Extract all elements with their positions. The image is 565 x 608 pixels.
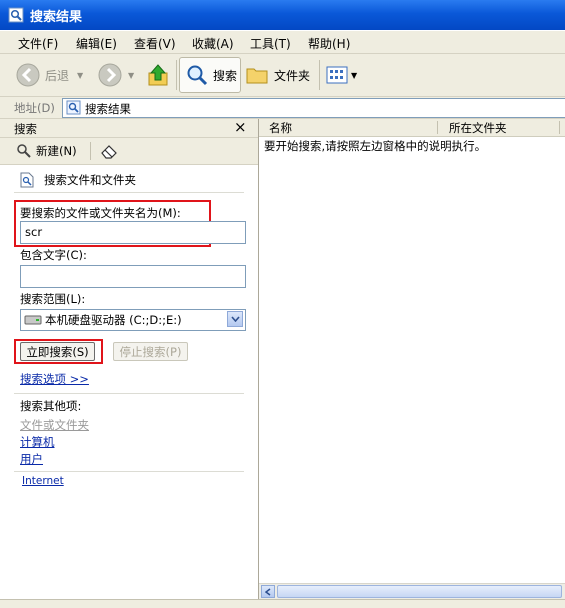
forward-button[interactable]: ▼ xyxy=(98,57,140,93)
search-results-icon xyxy=(66,100,81,115)
containing-text-label: 包含文字(C): xyxy=(20,248,87,262)
menu-view[interactable]: 查看(V) xyxy=(134,35,176,52)
views-dropdown-icon[interactable]: ▼ xyxy=(351,71,357,80)
search-button[interactable]: 搜索 xyxy=(179,57,241,93)
toolbar: 后退 ▼ ▼ 搜索 文件夹 ▼ xyxy=(0,54,565,97)
internet-link[interactable]: Internet xyxy=(22,475,64,487)
hard-drive-icon xyxy=(24,315,42,325)
magnifier-icon xyxy=(187,65,208,86)
containing-text-input[interactable] xyxy=(20,265,246,288)
search-scope-value: 本机硬盘驱动器 (C:;D:;E:) xyxy=(45,313,182,327)
search-scope-label: 搜索范围(L): xyxy=(20,292,86,306)
search-pane-title: 搜索 xyxy=(14,122,37,136)
views-grid-icon xyxy=(326,66,348,84)
address-bar: 地址(D) 搜索结果 xyxy=(0,97,565,119)
menu-file[interactable]: 文件(F) xyxy=(18,35,58,52)
chevron-left-icon xyxy=(265,587,271,596)
title-bar[interactable]: 搜索结果 xyxy=(0,0,565,30)
new-search-button[interactable]: 新建(N) xyxy=(16,141,82,161)
scroll-thumb[interactable] xyxy=(277,585,562,598)
horizontal-scrollbar[interactable] xyxy=(259,583,565,600)
folders-button[interactable]: 文件夹 xyxy=(246,57,316,93)
back-button[interactable]: 后退 ▼ xyxy=(16,57,92,93)
back-arrow-icon xyxy=(16,63,40,87)
eraser-icon[interactable] xyxy=(100,143,118,159)
window-title: 搜索结果 xyxy=(30,10,83,25)
results-header: 名称 所在文件夹 xyxy=(259,119,565,137)
menu-edit[interactable]: 编辑(E) xyxy=(76,35,117,52)
back-dropdown-icon[interactable]: ▼ xyxy=(77,71,83,80)
menu-favorites[interactable]: 收藏(A) xyxy=(192,35,234,52)
column-folder-header[interactable]: 所在文件夹 xyxy=(449,120,507,136)
new-search-icon xyxy=(17,144,31,158)
filename-value: scr xyxy=(25,225,43,239)
scope-dropdown-button[interactable] xyxy=(227,311,243,327)
folders-label: 文件夹 xyxy=(274,68,311,83)
forward-dropdown-icon[interactable]: ▼ xyxy=(128,71,134,80)
views-button[interactable]: ▼ xyxy=(326,57,360,93)
address-label: 地址(D) xyxy=(14,101,55,115)
search-doc-icon xyxy=(20,172,34,188)
search-options-link[interactable]: 搜索选项 >> xyxy=(20,371,89,387)
close-pane-icon[interactable]: × xyxy=(234,118,247,136)
menu-tools[interactable]: 工具(T) xyxy=(250,35,291,52)
column-name-header[interactable]: 名称 xyxy=(269,120,292,136)
stop-search-button[interactable]: 停止搜索(P) xyxy=(113,342,188,361)
up-folder-icon xyxy=(148,64,168,86)
results-message: 要开始搜索,请按照左边窗格中的说明执行。 xyxy=(264,139,487,153)
search-window-icon xyxy=(8,7,24,23)
search-other-files-link[interactable]: 文件或文件夹 xyxy=(20,417,89,433)
address-value: 搜索结果 xyxy=(85,102,131,116)
filename-label: 要搜索的文件或文件夹名为(M): xyxy=(20,206,181,220)
search-other-header: 搜索其他项: xyxy=(20,399,82,413)
address-input[interactable]: 搜索结果 xyxy=(62,98,565,118)
menu-help[interactable]: 帮助(H) xyxy=(308,35,350,52)
back-label: 后退 xyxy=(45,68,70,83)
up-button[interactable] xyxy=(146,57,172,93)
new-search-label: 新建(N) xyxy=(36,144,77,158)
search-users-link[interactable]: 用户 xyxy=(20,451,43,467)
search-pane: 搜索 × 新建(N) 搜索文件和文件夹 要搜索的文件或文件夹名为(M): scr… xyxy=(0,118,259,607)
search-label: 搜索 xyxy=(213,68,238,83)
search-pane-toolbar: 新建(N) xyxy=(0,138,258,165)
search-computers-link[interactable]: 计算机 xyxy=(20,434,55,450)
search-files-title: 搜索文件和文件夹 xyxy=(44,173,136,187)
scroll-left-button[interactable] xyxy=(261,585,275,598)
search-now-button[interactable]: 立即搜索(S) xyxy=(20,342,95,361)
filename-input[interactable]: scr xyxy=(20,221,246,244)
search-scope-select[interactable]: 本机硬盘驱动器 (C:;D:;E:) xyxy=(20,309,246,331)
menu-bar: 文件(F) 编辑(E) 查看(V) 收藏(A) 工具(T) 帮助(H) xyxy=(0,31,565,54)
forward-arrow-icon xyxy=(98,63,122,87)
folder-icon xyxy=(246,68,268,84)
search-pane-header: 搜索 × xyxy=(0,118,258,138)
chevron-down-icon xyxy=(230,316,240,322)
